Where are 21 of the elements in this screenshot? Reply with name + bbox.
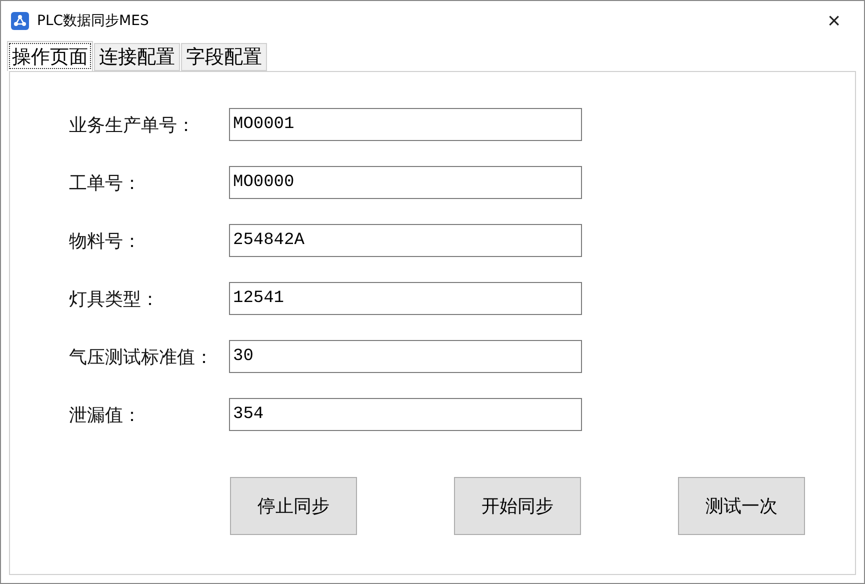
field-label: 业务生产单号： [69, 114, 196, 136]
field-label: 灯具类型： [69, 288, 160, 310]
input-field[interactable]: 354 [229, 398, 582, 431]
tab[interactable]: 连接配置 [94, 43, 180, 71]
field-label: 物料号： [69, 230, 142, 252]
action-button[interactable]: 开始同步 [454, 477, 581, 535]
field-label: 工单号： [69, 172, 142, 194]
action-button[interactable]: 停止同步 [230, 477, 357, 535]
field-label: 泄漏值： [69, 404, 142, 426]
input-field[interactable]: MO0000 [229, 166, 582, 199]
input-field[interactable]: 30 [229, 340, 582, 373]
tab[interactable]: 字段配置 [181, 43, 267, 71]
input-field[interactable]: 12541 [229, 282, 582, 315]
action-button[interactable]: 测试一次 [678, 477, 805, 535]
app-logo-icon [11, 12, 29, 30]
close-button[interactable]: × [814, 3, 854, 39]
field-label: 气压测试标准值： [69, 346, 214, 368]
tab[interactable]: 操作页面 [7, 41, 93, 71]
window-title: PLC数据同步MES [37, 12, 150, 30]
input-field[interactable]: 254842A [229, 224, 582, 257]
input-field[interactable]: MO0001 [229, 108, 582, 141]
